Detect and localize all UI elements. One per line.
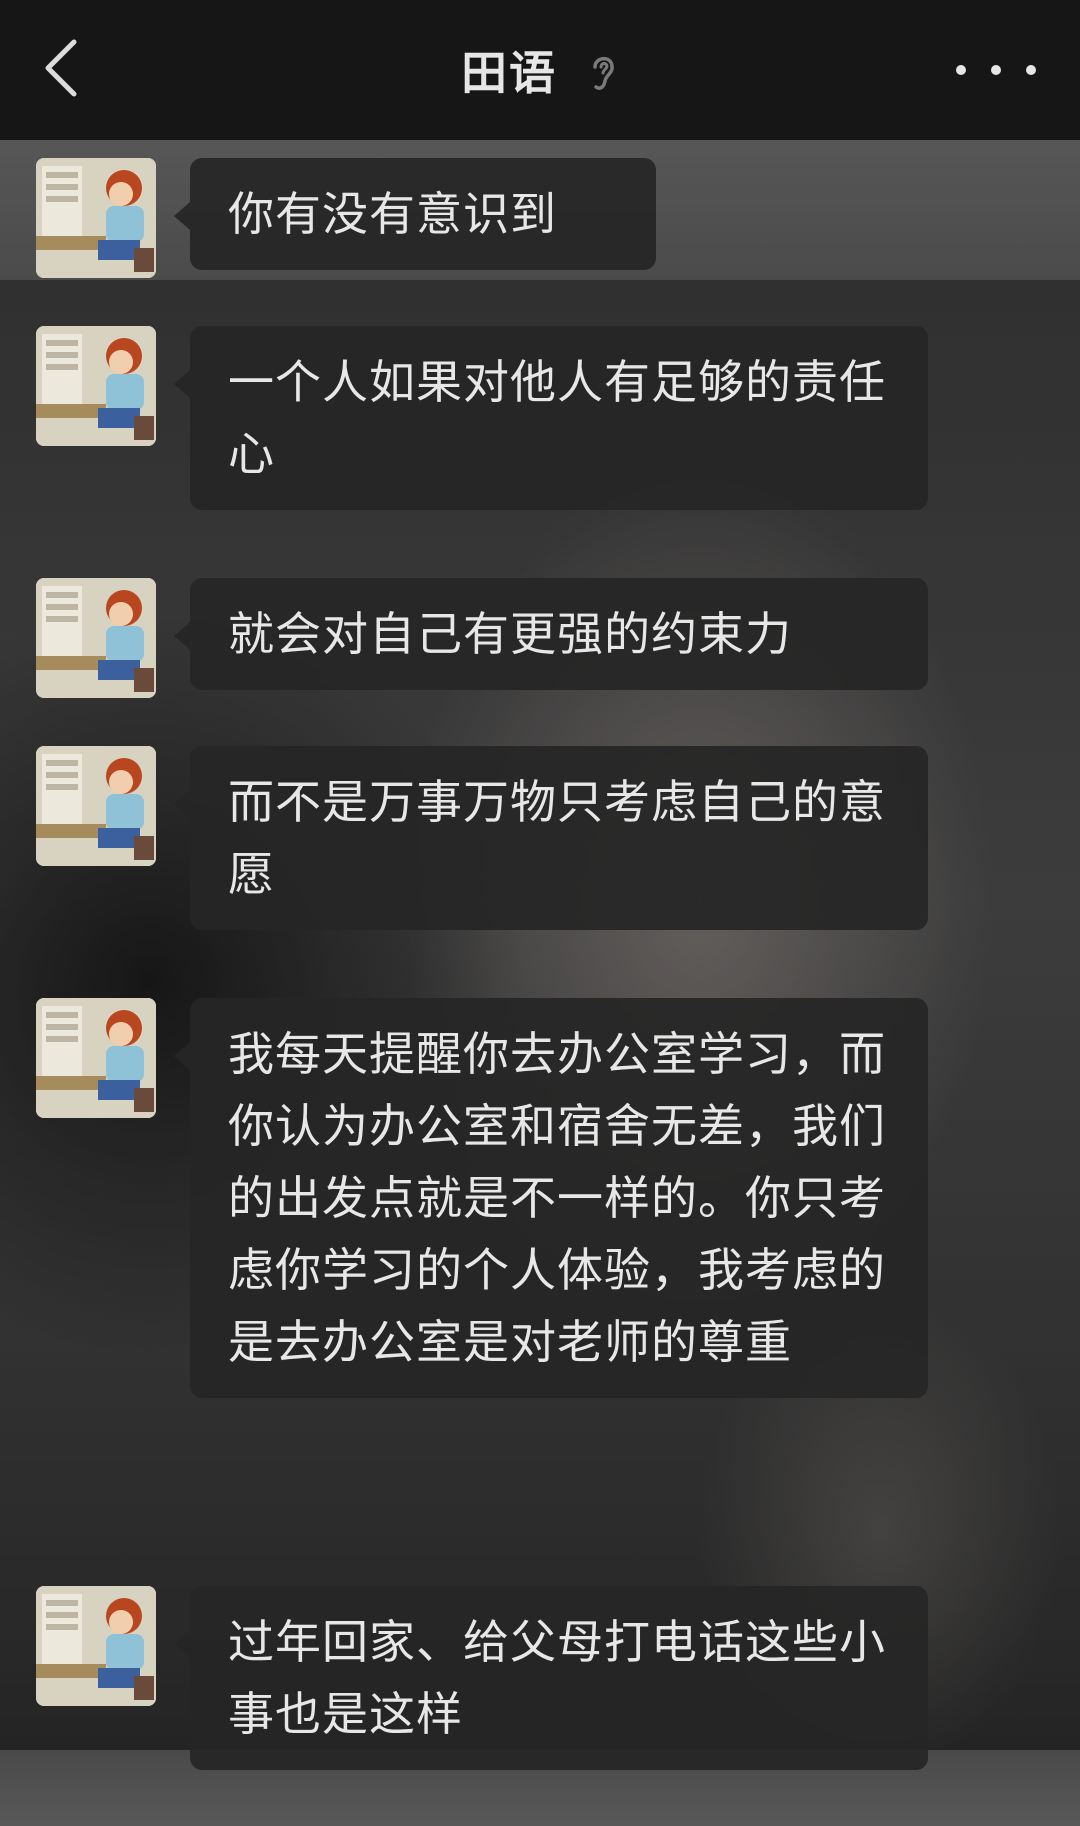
more-dots-icon bbox=[956, 65, 966, 75]
avatar[interactable] bbox=[36, 746, 156, 866]
message-bubble[interactable]: 过年回家、给父母打电话这些小事也是这样 bbox=[174, 1586, 928, 1770]
message-bubble[interactable]: 我每天提醒你去办公室学习，而你认为办公室和宿舍无差，我们的出发点就是不一样的。你… bbox=[174, 998, 928, 1398]
chat-title: 田语 bbox=[461, 46, 557, 100]
avatar[interactable] bbox=[36, 1586, 156, 1706]
avatar[interactable] bbox=[36, 578, 156, 698]
avatar[interactable] bbox=[36, 326, 156, 446]
more-button[interactable] bbox=[956, 45, 1036, 95]
ear-icon bbox=[593, 56, 614, 90]
avatar-image bbox=[36, 1586, 156, 1706]
chevron-left-icon bbox=[45, 39, 77, 97]
avatar-image bbox=[36, 746, 156, 866]
back-button[interactable] bbox=[30, 30, 110, 110]
avatar-image bbox=[36, 998, 156, 1118]
avatar-image bbox=[36, 158, 156, 278]
avatar-image bbox=[36, 578, 156, 698]
top-navbar: 田语 bbox=[0, 0, 1080, 140]
avatar-image bbox=[36, 326, 156, 446]
message-bubble[interactable]: 一个人如果对他人有足够的责任心 bbox=[174, 326, 928, 510]
avatar[interactable] bbox=[36, 998, 156, 1118]
message-bubble[interactable]: 而不是万事万物只考虑自己的意愿 bbox=[174, 746, 928, 930]
avatar[interactable] bbox=[36, 158, 156, 278]
message-bubble[interactable]: 你有没有意识到 bbox=[174, 158, 656, 270]
message-bubble[interactable]: 就会对自己有更强的约束力 bbox=[174, 578, 928, 690]
chat-area[interactable]: 你有没有意识到 一个人如果对他人有足够的责任心 就会对自己有更强的约束力 而不是… bbox=[0, 140, 1080, 1826]
